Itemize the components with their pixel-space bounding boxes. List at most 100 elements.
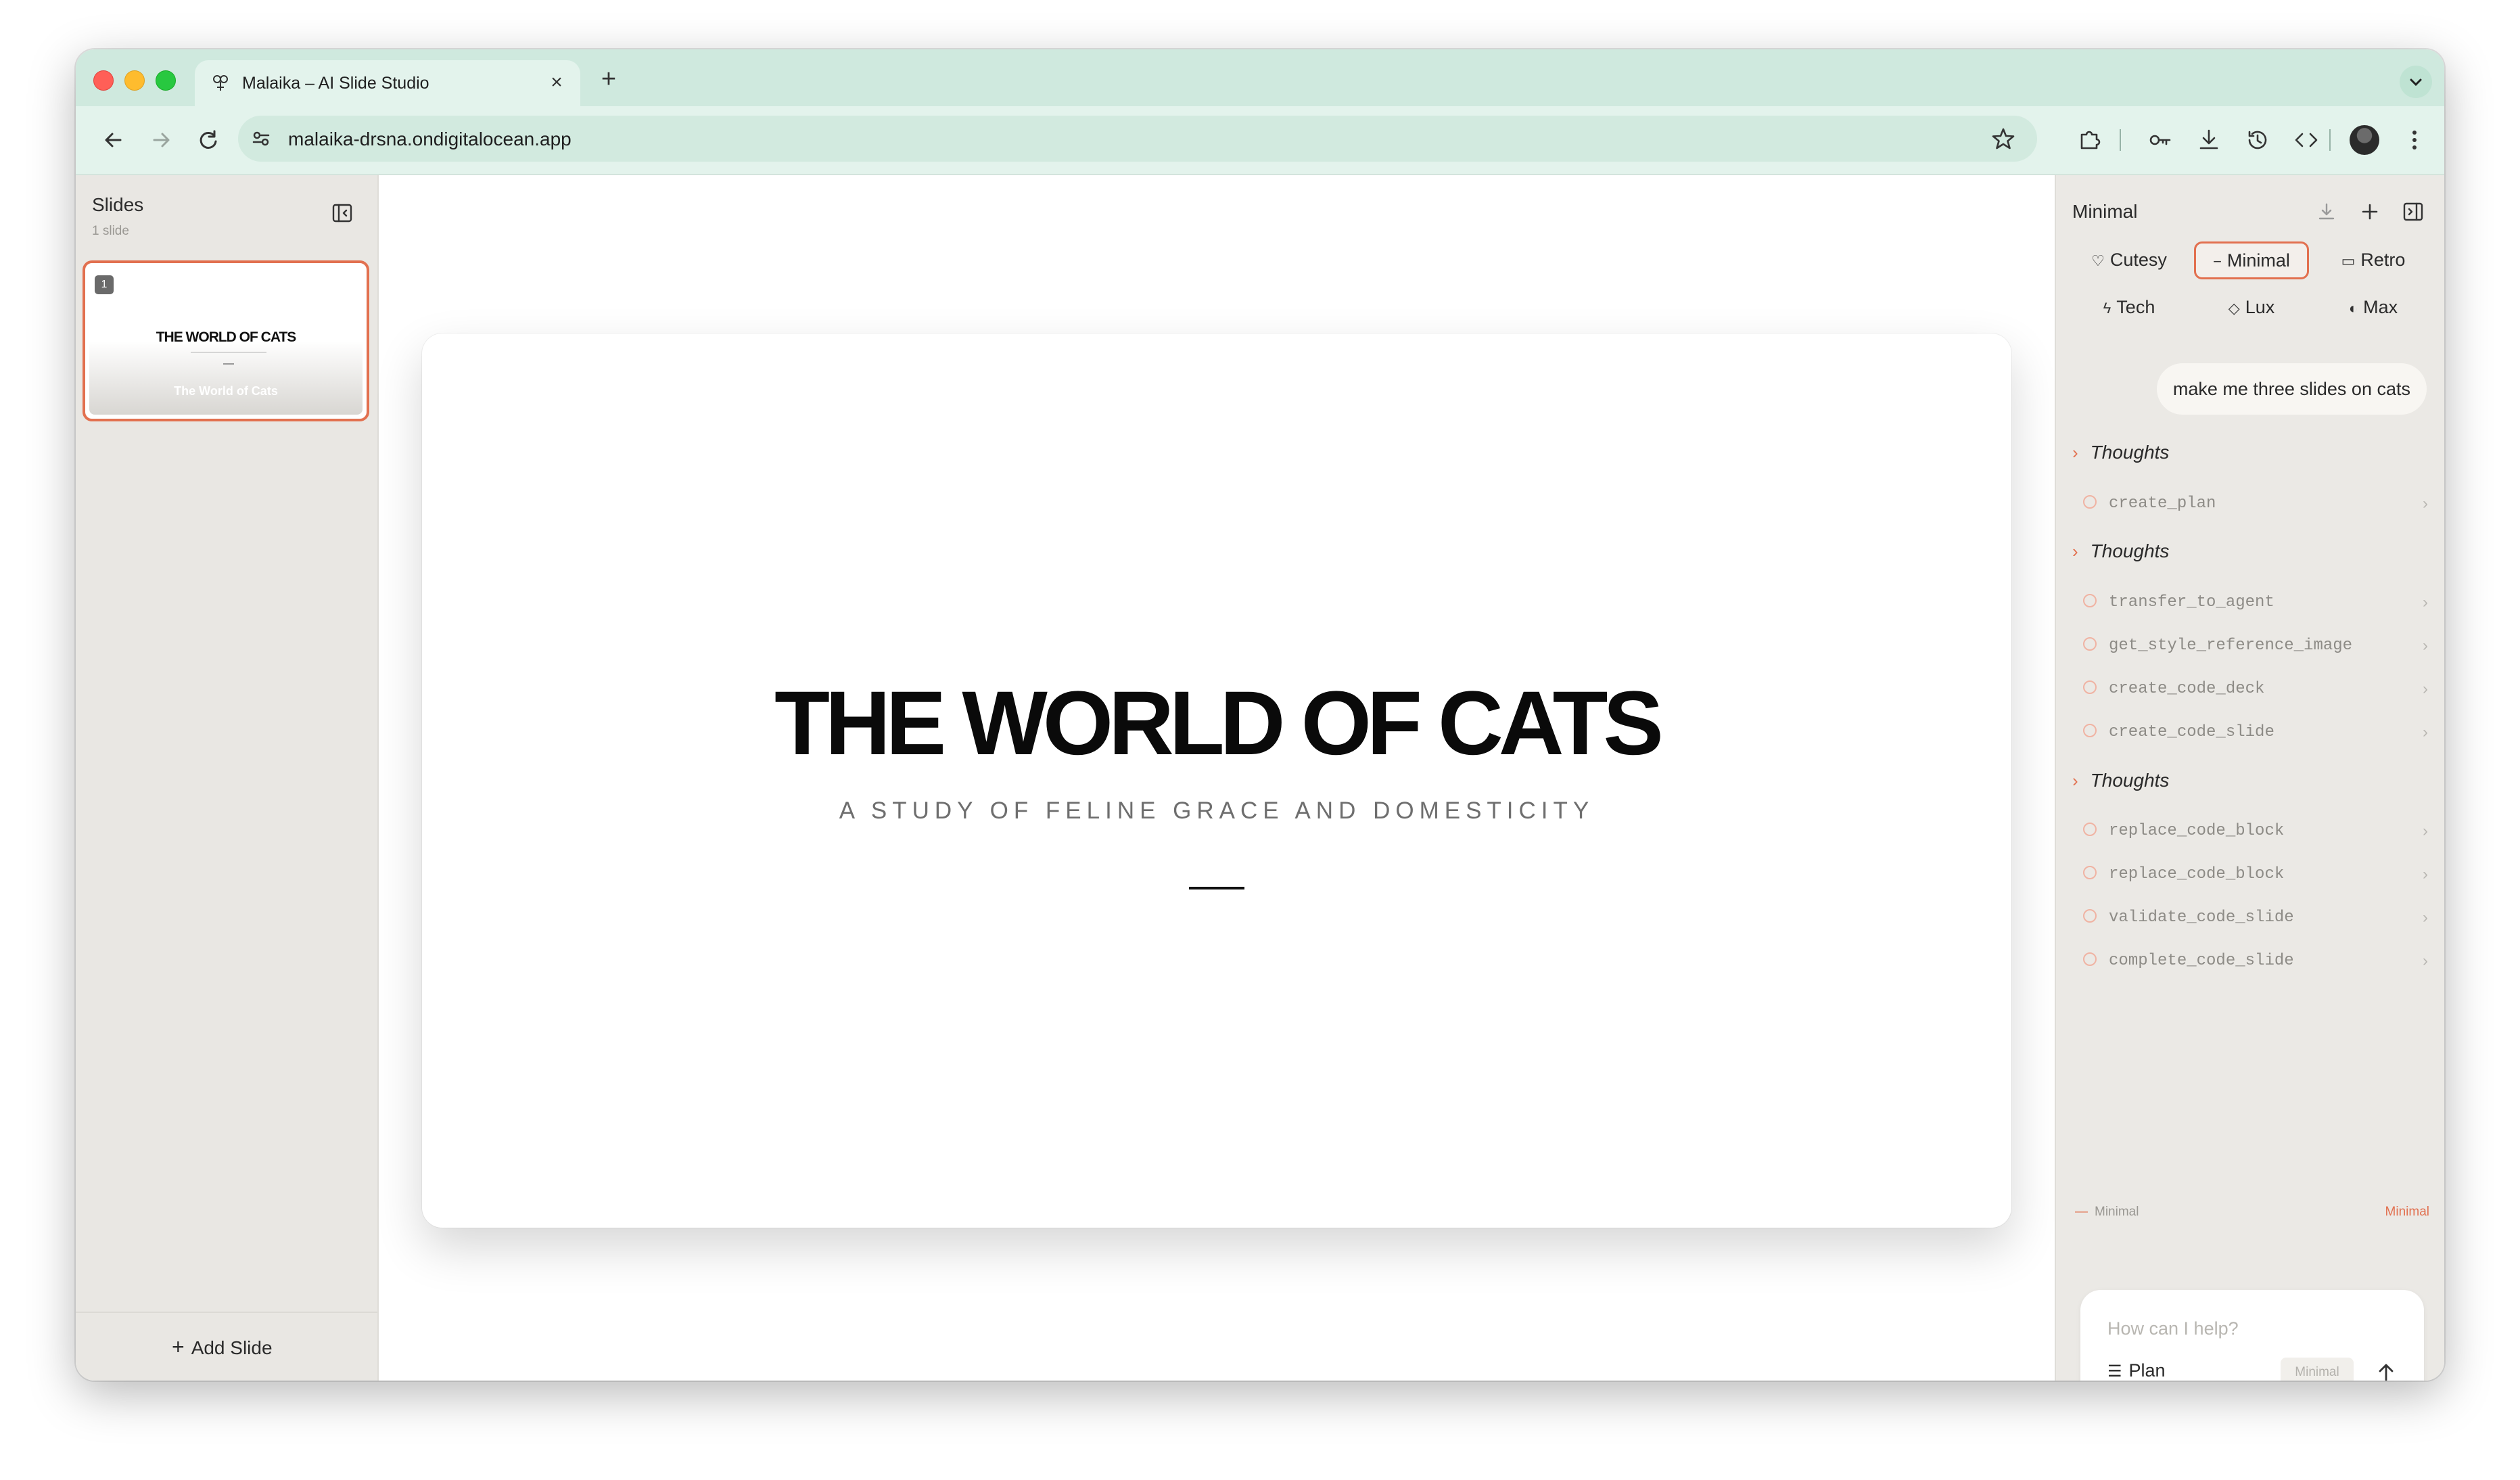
chevron-right-icon: › xyxy=(2072,770,2078,791)
style-button-lux[interactable]: ◇ Lux xyxy=(2194,289,2309,327)
heart-icon: ♡ xyxy=(2091,252,2105,269)
history-icon[interactable] xyxy=(2243,125,2272,155)
app-root: Slides 1 slide 1 THE WORLD OF CATS The W… xyxy=(76,175,2444,1381)
chevron-right-icon: › xyxy=(2072,541,2078,561)
slide-subtitle: A STUDY OF FELINE GRACE AND DOMESTICITY xyxy=(839,797,1595,824)
tool-call-validate-code-slide[interactable]: validate_code_slide › xyxy=(2083,908,2428,935)
tab-search-button[interactable] xyxy=(2400,66,2432,98)
check-circle-icon xyxy=(2083,952,2097,966)
maximize-window-button[interactable] xyxy=(156,70,176,91)
new-tab-button[interactable]: + xyxy=(595,66,622,93)
thoughts-toggle[interactable]: › Thoughts xyxy=(2072,540,2169,562)
slide-preview[interactable]: THE WORLD OF CATS A STUDY OF FELINE GRAC… xyxy=(422,333,2011,1228)
style-button-minimal[interactable]: − Minimal xyxy=(2194,241,2309,279)
style-chip[interactable]: Minimal xyxy=(2281,1358,2354,1381)
panel-title: Minimal xyxy=(2072,201,2138,222)
check-circle-icon xyxy=(2083,865,2097,879)
profile-avatar[interactable] xyxy=(2350,125,2379,155)
minimize-window-button[interactable] xyxy=(124,70,145,91)
chevron-right-icon: › xyxy=(2423,593,2428,611)
palette-icon: ◐ xyxy=(2348,300,2358,317)
more-menu-icon[interactable] xyxy=(2400,125,2429,155)
thumbnail-subtitle-line xyxy=(191,352,266,353)
slide-divider xyxy=(1189,887,1244,889)
tool-call-replace-code-block[interactable]: replace_code_block › xyxy=(2083,822,2428,849)
check-circle-icon xyxy=(2083,723,2097,737)
tool-call-transfer-to-agent[interactable]: transfer_to_agent › xyxy=(2083,593,2428,620)
tool-call-get-style-reference-image[interactable]: get_style_reference_image › xyxy=(2083,637,2428,664)
toolbar-separator xyxy=(2120,129,2121,151)
minus-icon: — xyxy=(2075,1205,2088,1219)
assistant-panel: Minimal ♡ Cutesy − Minimal ▭ Retro ϟ Tech ◇ L… xyxy=(2055,175,2444,1381)
browser-toolbar: malaika-drsna.ondigitalocean.app xyxy=(76,106,2444,175)
check-circle-icon xyxy=(2083,822,2097,836)
tool-call-create-code-slide[interactable]: create_code_slide › xyxy=(2083,723,2428,750)
check-circle-icon xyxy=(2083,593,2097,607)
add-slide-button[interactable]: + Add Slide xyxy=(76,1312,377,1381)
tab-close-button[interactable]: × xyxy=(545,71,568,94)
url-text[interactable]: malaika-drsna.ondigitalocean.app xyxy=(288,129,571,150)
reload-icon[interactable] xyxy=(193,125,223,155)
check-circle-icon xyxy=(2083,680,2097,694)
tool-call-create-code-deck[interactable]: create_code_deck › xyxy=(2083,680,2428,707)
chevron-right-icon: › xyxy=(2423,723,2428,741)
check-circle-icon xyxy=(2083,908,2097,923)
style-button-tech[interactable]: ϟ Tech xyxy=(2072,289,2186,327)
style-button-max[interactable]: ◐ Max xyxy=(2317,289,2429,327)
slide-thumbnail[interactable]: 1 THE WORLD OF CATS The World of Cats xyxy=(83,260,369,421)
extensions-icon[interactable] xyxy=(2075,125,2105,155)
address-bar[interactable]: malaika-drsna.ondigitalocean.app xyxy=(238,116,2037,162)
chat-input[interactable]: How can I help? xyxy=(2107,1318,2239,1339)
browser-window: Malaika – AI Slide Studio × + malaika-dr… xyxy=(76,49,2444,1381)
forward-icon[interactable] xyxy=(146,125,176,155)
thumbnail-title: THE WORLD OF CATS xyxy=(156,329,297,345)
chevron-right-icon: › xyxy=(2423,680,2428,698)
send-arrow-icon[interactable] xyxy=(2371,1358,2401,1381)
close-window-button[interactable] xyxy=(93,70,114,91)
browser-tab[interactable]: Malaika – AI Slide Studio × xyxy=(195,60,580,106)
thumbnail-rule xyxy=(223,363,234,365)
list-icon: ☰ xyxy=(2107,1362,2122,1381)
check-circle-icon xyxy=(2083,637,2097,651)
toolbar-separator xyxy=(2329,129,2331,151)
slide-title: THE WORLD OF CATS xyxy=(774,673,1664,774)
gem-icon: ◇ xyxy=(2228,300,2240,317)
plus-icon: + xyxy=(172,1335,185,1359)
sidebar-title: Slides xyxy=(92,194,144,215)
download-icon[interactable] xyxy=(2314,200,2339,224)
slide-number-badge: 1 xyxy=(95,275,114,294)
chat-composer: How can I help? ☰ Plan Minimal xyxy=(2080,1290,2424,1381)
bookmark-star-icon[interactable] xyxy=(1990,125,2017,152)
tool-call-complete-code-slide[interactable]: complete_code_slide › xyxy=(2083,952,2428,979)
style-button-cutesy[interactable]: ♡ Cutesy xyxy=(2072,241,2186,279)
collapse-sidebar-icon[interactable] xyxy=(330,201,354,225)
tool-call-create-plan[interactable]: create_plan › xyxy=(2083,494,2428,522)
code-icon[interactable] xyxy=(2291,125,2321,155)
slide-canvas: THE WORLD OF CATS A STUDY OF FELINE GRAC… xyxy=(379,175,2055,1381)
current-style-indicator: — Minimal xyxy=(2075,1205,2139,1219)
new-chat-icon[interactable] xyxy=(2358,200,2382,224)
style-selector-link[interactable]: Minimal xyxy=(2385,1205,2429,1220)
password-key-icon[interactable] xyxy=(2145,125,2175,155)
slides-sidebar: Slides 1 slide 1 THE WORLD OF CATS The W… xyxy=(76,175,379,1381)
tool-call-replace-code-block[interactable]: replace_code_block › xyxy=(2083,865,2428,892)
chevron-right-icon: › xyxy=(2072,442,2078,463)
check-circle-icon xyxy=(2083,494,2097,509)
tab-title: Malaika – AI Slide Studio xyxy=(242,74,429,93)
download-icon[interactable] xyxy=(2194,125,2224,155)
favicon-icon xyxy=(213,75,228,91)
chevron-right-icon: › xyxy=(2423,908,2428,927)
thumbnail-preview: 1 THE WORLD OF CATS The World of Cats xyxy=(89,267,363,415)
user-message-bubble: make me three slides on cats xyxy=(2156,363,2427,415)
collapse-panel-icon[interactable] xyxy=(2401,200,2425,224)
thoughts-toggle[interactable]: › Thoughts xyxy=(2072,770,2169,791)
add-slide-label: Add Slide xyxy=(191,1337,273,1358)
site-settings-icon[interactable] xyxy=(250,128,272,149)
plan-button[interactable]: ☰ Plan xyxy=(2107,1360,2166,1381)
chevron-right-icon: › xyxy=(2423,494,2428,513)
chevron-right-icon: › xyxy=(2423,865,2428,883)
style-button-retro[interactable]: ▭ Retro xyxy=(2317,241,2429,279)
chevron-right-icon: › xyxy=(2423,637,2428,655)
thoughts-toggle[interactable]: › Thoughts xyxy=(2072,442,2169,463)
back-icon[interactable] xyxy=(99,125,129,155)
